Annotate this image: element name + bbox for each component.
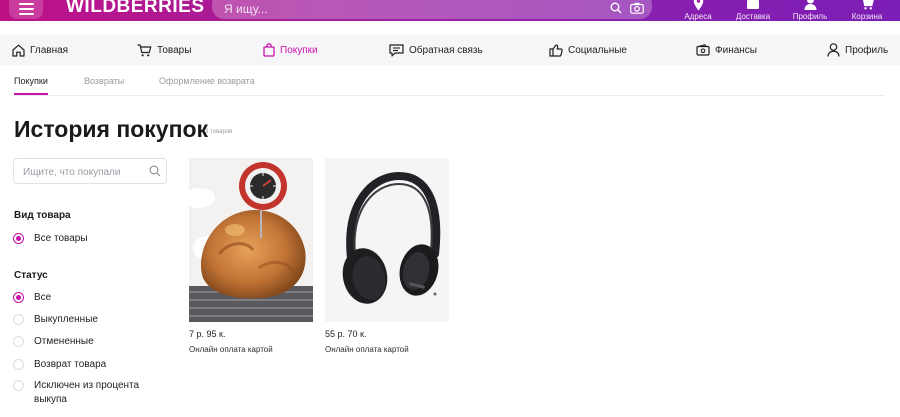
search-icon[interactable]	[610, 2, 622, 14]
thumbs-up-icon	[549, 43, 563, 57]
nav-item-label: Социальные	[568, 44, 627, 56]
payment-method: Онлайн оплата картой	[325, 345, 409, 354]
nav-item-finance[interactable]: Финансы	[696, 35, 757, 65]
radio-label: Возврат товара	[34, 359, 107, 370]
roast-chicken-image	[189, 158, 313, 322]
header-nav-label: Доставка	[735, 12, 771, 21]
filter-status-title: Статус	[14, 270, 48, 281]
tabs-divider	[14, 95, 884, 96]
radio-button[interactable]	[13, 233, 24, 244]
header-search-input[interactable]	[224, 2, 584, 16]
menu-button[interactable]	[9, 0, 43, 19]
wallet-icon	[696, 44, 710, 56]
nav-item-goods[interactable]: Товары	[137, 35, 191, 65]
header-nav-delivery[interactable]: Доставка	[728, 0, 778, 21]
radio-button[interactable]	[13, 359, 24, 370]
nav-item-label: Профиль	[845, 44, 889, 56]
product-price: 55 р. 70 к.	[325, 329, 367, 339]
radio-button[interactable]	[13, 336, 24, 347]
radio-label: Выкупленные	[34, 314, 98, 325]
delivery-icon	[747, 0, 759, 9]
tab-return-registration[interactable]: Оформление возврата	[159, 76, 255, 86]
nav-item-purchases[interactable]: Покупки	[263, 35, 318, 65]
header-nav-label: Профиль	[792, 12, 828, 21]
filter-option-all-goods[interactable]: Все товары	[13, 232, 88, 246]
nav-item-label: Товары	[157, 44, 192, 56]
radio-label: Все	[34, 292, 52, 303]
header-nav-profile[interactable]: Профиль	[785, 0, 835, 21]
home-icon	[12, 44, 25, 57]
filter-type-title: Вид товара	[14, 210, 71, 221]
radio-label: Все товары	[34, 233, 88, 244]
header-nav-label: Адреса	[684, 12, 712, 21]
location-pin-icon	[693, 0, 703, 11]
purchase-search-input[interactable]	[23, 167, 141, 178]
filter-status-redeemed[interactable]: Выкупленные	[13, 313, 98, 327]
purchase-search	[13, 158, 167, 184]
nav-item-label: Обратная связь	[409, 44, 483, 56]
product-image-headphones[interactable]	[325, 158, 449, 322]
top-header: WILDBERRIES Адреса Доставка Профил	[0, 0, 900, 21]
product-price: 7 р. 95 к.	[189, 329, 226, 339]
filter-status-returned[interactable]: Возврат товара	[13, 358, 106, 372]
camera-icon[interactable]	[630, 2, 644, 14]
search-icon[interactable]	[149, 165, 161, 177]
radio-label: Отмененные	[34, 336, 94, 347]
nav-item-label: Главная	[30, 44, 69, 56]
nav-item-label: Финансы	[715, 44, 757, 56]
nav-item-profile[interactable]: Профиль	[827, 35, 888, 65]
cart-icon	[137, 43, 152, 56]
headphones-image	[325, 158, 449, 322]
filter-status-cancelled[interactable]: Отмененные	[13, 335, 94, 349]
nav-item-home[interactable]: Главная	[12, 35, 68, 65]
header-nav-label: Корзина	[851, 12, 883, 21]
profile-icon	[804, 0, 816, 10]
nav-item-label: Покупки	[280, 44, 318, 56]
header-nav-addresses[interactable]: Адреса	[673, 0, 723, 21]
cart-icon	[862, 0, 874, 10]
filter-status-excluded[interactable]: Исключен из процента выкупа	[13, 379, 153, 407]
radio-button[interactable]	[13, 292, 24, 303]
user-icon	[827, 43, 840, 57]
main-navigation: Главная Товары Покупки Обратная связь Со…	[0, 35, 900, 65]
filter-status-all[interactable]: Все	[13, 291, 51, 305]
product-card[interactable]: 7 р. 95 к. Онлайн оплата картой	[189, 158, 313, 354]
nav-item-social[interactable]: Социальные	[549, 35, 627, 65]
tab-purchases[interactable]: Покупки	[14, 76, 48, 86]
radio-label: Исключен из процента выкупа	[34, 380, 140, 405]
logo[interactable]: WILDBERRIES	[66, 0, 205, 18]
product-image-roast-chicken[interactable]	[189, 158, 313, 322]
active-tab-indicator	[14, 93, 48, 95]
payment-method: Онлайн оплата картой	[189, 345, 273, 354]
page-title: История покупок	[14, 116, 209, 142]
nav-item-feedback[interactable]: Обратная связь	[389, 35, 483, 65]
chat-icon	[389, 43, 404, 57]
shopping-bag-icon	[263, 43, 275, 57]
header-nav-cart[interactable]: Корзина	[842, 0, 892, 21]
product-card[interactable]: 55 р. 70 к. Онлайн оплата картой	[325, 158, 449, 354]
radio-button[interactable]	[13, 380, 24, 391]
tab-returns[interactable]: Возвраты	[84, 76, 124, 86]
radio-button[interactable]	[13, 314, 24, 325]
header-search	[212, 0, 652, 19]
items-count: 3 товаров	[205, 129, 233, 135]
